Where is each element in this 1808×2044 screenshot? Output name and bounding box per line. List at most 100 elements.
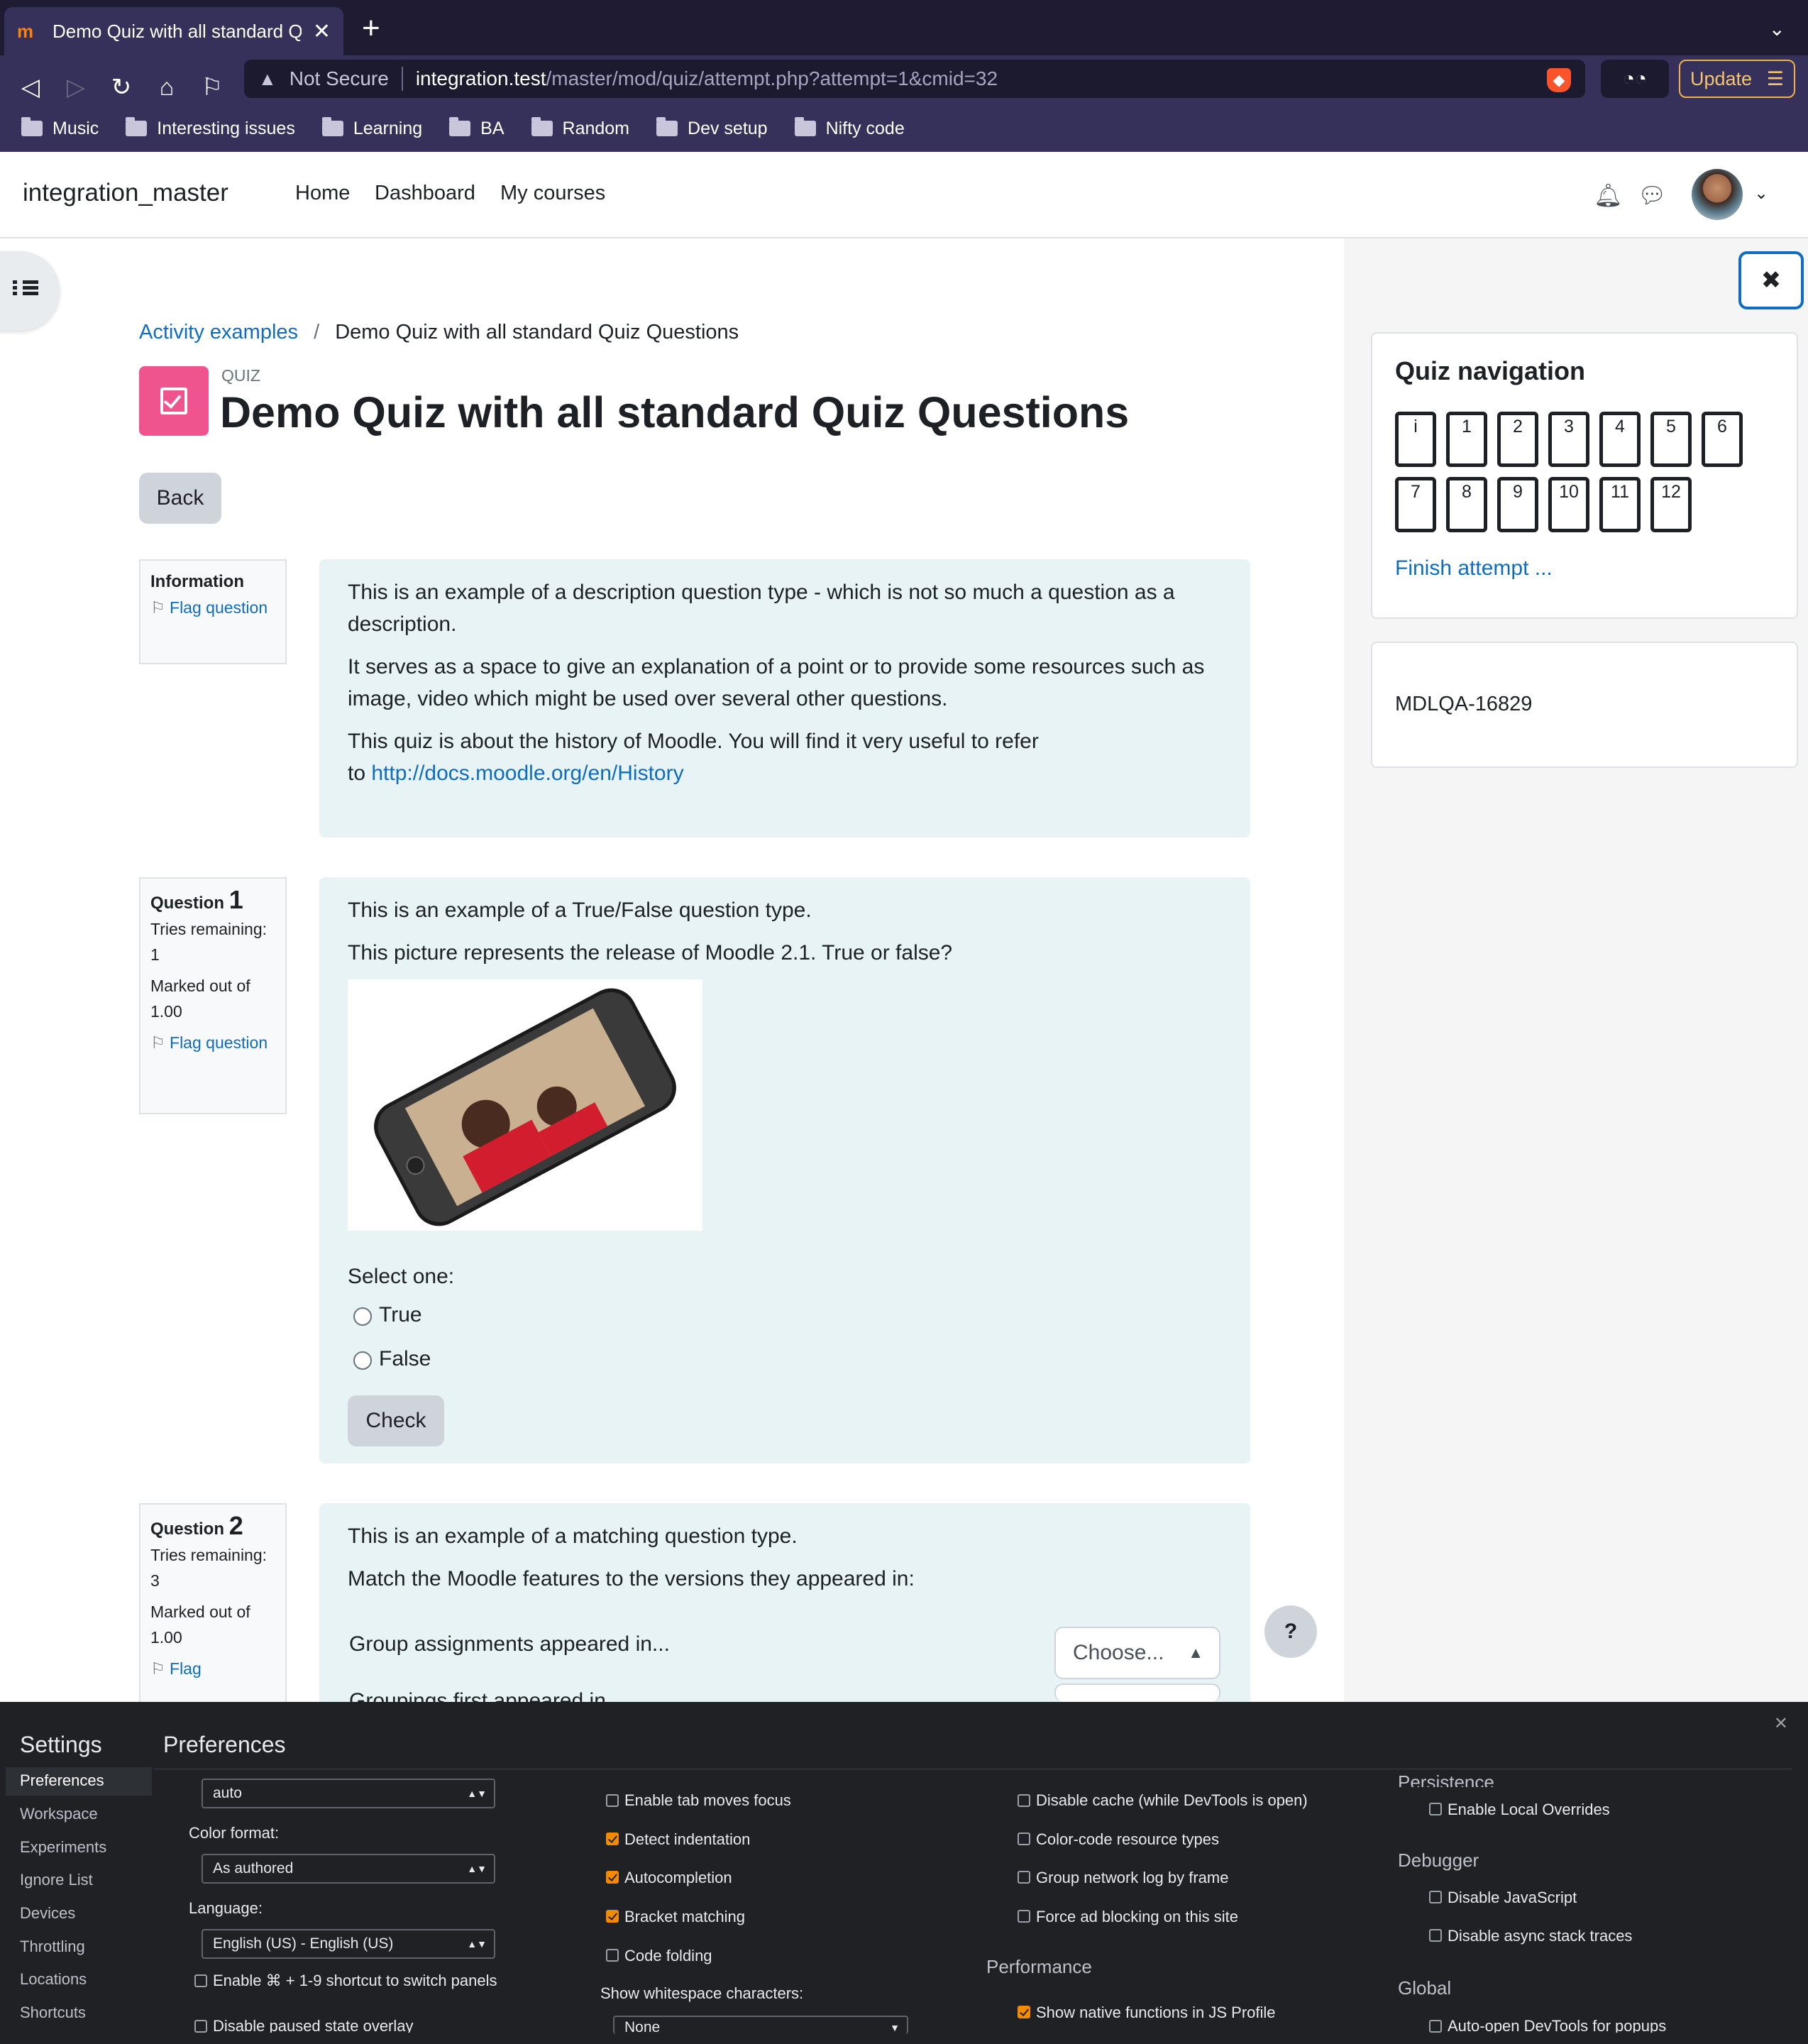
group-network-checkbox[interactable] (1018, 1871, 1030, 1884)
browser-tab-bar: m Demo Quiz with all standard Qu ✕ + ⌄ (0, 0, 1808, 55)
bookmark-folder[interactable]: Music (21, 117, 99, 139)
nav-home[interactable]: Home (295, 182, 350, 205)
flag-question-link[interactable]: ⚐ Flag (150, 1656, 275, 1681)
bookmark-folder[interactable]: Nifty code (794, 117, 905, 139)
auto-open-checkbox[interactable] (1429, 2020, 1442, 2033)
false-radio[interactable] (353, 1351, 372, 1370)
devtools-sidebar-locations[interactable]: Locations (20, 1970, 87, 1989)
detect-indentation-checkbox[interactable] (606, 1833, 619, 1845)
back-button[interactable]: Back (139, 473, 221, 524)
description-question: This is an example of a description ques… (319, 559, 1250, 837)
true-radio[interactable] (353, 1307, 372, 1326)
tab-list-chevron-icon[interactable]: ⌄ (1769, 17, 1785, 40)
disable-cache-checkbox[interactable] (1018, 1794, 1030, 1807)
finish-attempt-link[interactable]: Finish attempt ... (1395, 556, 1553, 581)
devtools-sidebar-throttling[interactable]: Throttling (20, 1938, 85, 1956)
ad-blocking-label: Force ad blocking on this site (1036, 1908, 1238, 1925)
flag-question-link[interactable]: ⚐ Flag question (150, 1030, 275, 1055)
devtools-sidebar-preferences[interactable]: Preferences (20, 1771, 104, 1790)
bookmark-folder[interactable]: Random (531, 117, 629, 139)
close-icon[interactable]: ✕ (1774, 1713, 1788, 1734)
disable-async-checkbox[interactable] (1429, 1929, 1442, 1942)
nav-dashboard[interactable]: Dashboard (375, 182, 475, 205)
avatar[interactable] (1692, 169, 1743, 220)
bookmark-folder[interactable]: BA (449, 117, 505, 139)
warning-triangle-icon: ▲ (258, 67, 277, 89)
check-button[interactable]: Check (348, 1395, 444, 1446)
quiz-nav-button[interactable]: 8 (1446, 477, 1487, 532)
devtools-sidebar-workspace[interactable]: Workspace (20, 1805, 98, 1823)
bookmark-folder[interactable]: Interesting issues (126, 117, 295, 139)
breadcrumb-parent-link[interactable]: Activity examples (139, 321, 298, 344)
quiz-nav-button[interactable]: 4 (1599, 412, 1641, 467)
breadcrumb-current: Demo Quiz with all standard Quiz Questio… (335, 321, 739, 344)
theme-select[interactable]: auto ▲▼ (202, 1779, 495, 1808)
messages-chat-icon[interactable]: 💬︎ (1638, 182, 1667, 209)
folder-icon (321, 117, 343, 136)
menu-icon: ☰ (1766, 68, 1784, 89)
devtools-sidebar-shortcuts[interactable]: Shortcuts (20, 2004, 86, 2022)
quiz-nav-button[interactable]: 2 (1497, 412, 1538, 467)
local-overrides-checkbox[interactable] (1429, 1803, 1442, 1815)
bookmark-folder[interactable]: Dev setup (656, 117, 768, 139)
quiz-navigation-block: Quiz navigation i 1 2 3 4 5 6 7 8 9 10 1… (1371, 332, 1798, 619)
disable-js-checkbox[interactable] (1429, 1891, 1442, 1903)
close-drawer-icon[interactable]: ✖ (1738, 251, 1804, 309)
home-icon[interactable]: ⌂ (149, 70, 184, 105)
match-select[interactable]: Choose... ▲ (1054, 1627, 1220, 1679)
quiz-nav-button[interactable]: 5 (1650, 412, 1692, 467)
address-bar[interactable]: ▲ Not Secure integration.test /master/mo… (244, 60, 1585, 98)
active-tab[interactable]: m Demo Quiz with all standard Qu ✕ (4, 7, 343, 55)
native-functions-checkbox[interactable] (1018, 2006, 1030, 2018)
new-tab-icon[interactable]: + (362, 13, 380, 44)
devtools-sidebar-experiments[interactable]: Experiments (20, 1838, 106, 1857)
bracket-matching-checkbox[interactable] (606, 1910, 619, 1923)
whitespace-select[interactable]: None ▼ (613, 2016, 908, 2034)
quiz-nav-button[interactable]: 11 (1599, 477, 1641, 532)
flag-question-link[interactable]: ⚐ Flag question (150, 595, 275, 620)
quiz-nav-button[interactable]: 3 (1548, 412, 1589, 467)
back-arrow-icon[interactable]: ◁ (13, 70, 48, 105)
devtools-sidebar-devices[interactable]: Devices (20, 1904, 75, 1923)
question-info-panel: Question 2 Tries remaining: 3 Marked out… (139, 1503, 287, 1709)
code-folding-checkbox[interactable] (606, 1949, 619, 1962)
chevron-down-icon[interactable]: ⌄ (1754, 183, 1768, 204)
help-button[interactable]: ? (1264, 1605, 1317, 1658)
forward-arrow-icon[interactable]: ▷ (58, 70, 94, 105)
true-label[interactable]: True (379, 1303, 422, 1327)
history-link[interactable]: http://docs.moodle.org/en/History (371, 762, 683, 785)
match-select[interactable] (1054, 1683, 1220, 1702)
quiz-nav-button[interactable]: 12 (1650, 477, 1692, 532)
site-name[interactable]: integration_master (23, 179, 228, 207)
marked-out-of: Marked out of 1.00 (150, 977, 250, 1021)
quiz-nav-button[interactable]: 7 (1395, 477, 1436, 532)
quiz-nav-button[interactable]: 9 (1497, 477, 1538, 532)
native-functions-label: Show native functions in JS Profile (1036, 2004, 1276, 2021)
bookmark-folder[interactable]: Learning (321, 117, 422, 139)
close-tab-icon[interactable]: ✕ (313, 19, 331, 44)
bookmark-icon[interactable]: ⚐ (194, 70, 230, 105)
tab-focus-checkbox[interactable] (606, 1794, 619, 1807)
ad-blocking-checkbox[interactable] (1018, 1910, 1030, 1923)
language-select[interactable]: English (US) - English (US) ▲▼ (202, 1929, 495, 1959)
false-label[interactable]: False (379, 1347, 431, 1371)
update-button[interactable]: Update ☰ (1679, 60, 1795, 98)
color-format-select[interactable]: As authored ▲▼ (202, 1854, 495, 1884)
quiz-nav-button[interactable]: 6 (1702, 412, 1743, 467)
quiz-nav-button[interactable]: 10 (1548, 477, 1589, 532)
color-code-checkbox[interactable] (1018, 1833, 1030, 1845)
sort-arrows-icon: ▲ (1188, 1644, 1203, 1661)
brave-shields-icon[interactable]: ◆ (1547, 68, 1571, 92)
devtools-sidebar-ignore-list[interactable]: Ignore List (20, 1871, 93, 1889)
course-index-toggle[interactable] (0, 251, 60, 331)
reload-icon[interactable]: ↻ (104, 70, 139, 105)
paused-overlay-checkbox[interactable] (194, 2020, 207, 2033)
devtools-settings-title: Settings (20, 1732, 102, 1757)
quiz-nav-button[interactable]: i (1395, 412, 1436, 467)
quiz-nav-button[interactable]: 1 (1446, 412, 1487, 467)
autocompletion-checkbox[interactable] (606, 1871, 619, 1884)
shortcut-checkbox[interactable] (194, 1974, 207, 1987)
notification-bell-icon[interactable]: 🔔︎ (1594, 182, 1623, 209)
private-glasses-icon[interactable]: ◔◔ (1601, 60, 1669, 98)
nav-my-courses[interactable]: My courses (500, 182, 605, 205)
